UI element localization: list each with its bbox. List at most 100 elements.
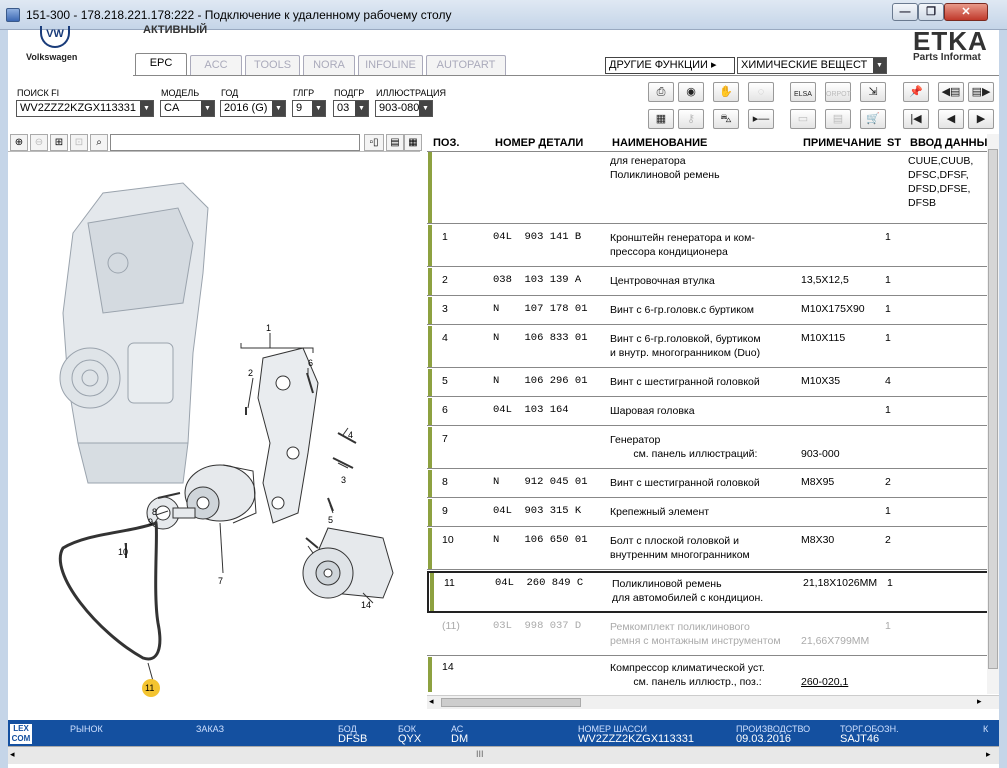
layout-icon[interactable]: ▤ <box>386 134 404 151</box>
table-row[interactable]: 3 N 107 178 01 Винт с 6-гр.головк.с бурт… <box>427 297 999 325</box>
part-note-link[interactable]: 260-020,1 <box>801 661 848 689</box>
zoom-in-icon[interactable]: ⊕ <box>10 134 28 151</box>
elsa-icon[interactable]: ELSA <box>790 82 816 102</box>
table-row[interactable]: (11) 03L 998 037 D Ремкомплект поликлино… <box>427 614 999 656</box>
scrollbar-thumb[interactable] <box>988 149 998 669</box>
cart-icon[interactable]: 🛒 <box>860 109 886 129</box>
table-row[interactable]: 14 Компрессор климатической уст. см. пан… <box>427 657 999 692</box>
split-view-icon[interactable]: ▫▯ <box>364 134 384 151</box>
callout-14[interactable]: 14 <box>361 600 371 610</box>
table-row[interactable]: 10 N 106 650 01 Болт с плоской головкой … <box>427 528 999 570</box>
minimize-button[interactable]: — <box>892 3 918 21</box>
main-group-dropdown[interactable]: 9 ▼ <box>292 100 326 117</box>
callout-10[interactable]: 10 <box>118 547 128 557</box>
callout-4[interactable]: 4 <box>348 430 353 440</box>
maximize-button[interactable]: ❐ <box>918 3 944 21</box>
model-dropdown[interactable]: CA ▼ <box>160 100 215 117</box>
window-icon[interactable]: ▭ <box>790 109 816 129</box>
close-button[interactable]: ✕ <box>944 3 988 21</box>
illustration-search-input[interactable] <box>110 134 360 151</box>
grid-icon[interactable]: ▦ <box>404 134 422 151</box>
illustration-toolbar: ⊕ ⊖ ⊞ ⊡ ⌕ ▫▯ ▤ ▦ <box>8 134 422 152</box>
callout-7[interactable]: 7 <box>218 576 223 586</box>
col-name-header[interactable]: НАИМЕНОВАНИЕ <box>612 137 707 149</box>
tab-acc[interactable]: ACC <box>190 55 242 75</box>
window-frame-right <box>999 30 1007 768</box>
search-fi-dropdown[interactable]: WV2ZZZ2KZGX113331 ▼ <box>16 100 154 117</box>
scrollbar-thumb[interactable] <box>441 698 581 707</box>
part-pos: 7 <box>442 433 448 445</box>
col-note-header[interactable]: ПРИМЕЧАНИЕ <box>803 137 882 149</box>
table-row[interactable]: 5 N 106 296 01 Винт с шестигранной голов… <box>427 369 999 397</box>
sketch-icon[interactable]: ◌ <box>748 82 774 102</box>
part-note[interactable]: 903-000 <box>801 433 840 461</box>
callout-5[interactable]: 5 <box>328 515 333 525</box>
callout-3[interactable]: 3 <box>341 475 346 485</box>
col-input-header[interactable]: ВВОД ДАННЫХ <box>910 137 995 149</box>
year-dropdown[interactable]: 2016 (G) ▼ <box>220 100 286 117</box>
tab-infoline[interactable]: INFOLINE <box>358 55 423 75</box>
print-icon[interactable]: ⎙ <box>648 82 674 102</box>
key-icon[interactable]: ⚷ <box>678 109 704 129</box>
orpot-icon[interactable]: ORPOT <box>825 82 851 102</box>
callout-9[interactable]: 9 <box>148 517 153 527</box>
table-row-selected[interactable]: 11 04L 260 849 C Поликлиновой ремень для… <box>427 571 999 613</box>
callout-8[interactable]: 8 <box>152 507 157 517</box>
magnifier-icon[interactable]: ⌕ <box>90 134 108 151</box>
scroll-grip-icon[interactable]: III <box>476 749 484 759</box>
row-accent <box>428 427 432 468</box>
zoom-out-icon[interactable]: ⊖ <box>30 134 48 151</box>
part-input: CUUE,CUUB, DFSC,DFSF, DFSD,DFSE, DFSB <box>908 155 974 209</box>
row-accent <box>428 657 432 692</box>
car-icon[interactable]: ⛍ <box>713 109 739 129</box>
previous-icon[interactable]: ◀ <box>938 109 964 129</box>
table-row[interactable]: 8 N 912 045 01 Винт с шестигранной голов… <box>427 470 999 498</box>
hands-icon[interactable]: ✋ <box>713 82 739 102</box>
document-icon[interactable]: ▤ <box>825 109 851 129</box>
tab-epc[interactable]: EPC <box>135 53 187 75</box>
col-st-header[interactable]: ST <box>887 137 901 149</box>
zoom-fit-icon[interactable]: ⊞ <box>50 134 68 151</box>
callout-2[interactable]: 2 <box>248 368 253 378</box>
next-page-icon[interactable]: ▤▶ <box>968 82 994 102</box>
prev-page-icon[interactable]: ◀▤ <box>938 82 964 102</box>
table-row[interactable]: 6 04L 103 164 Шаровая головка 1 <box>427 398 999 426</box>
table-horizontal-scrollbar[interactable]: ◂ ▸ <box>427 695 999 709</box>
keyboard-icon[interactable]: ▦ <box>648 109 674 129</box>
first-icon[interactable]: |◀ <box>903 109 929 129</box>
chemicals-dropdown[interactable]: ХИМИЧЕСКИЕ ВЕЩЕСТ ▼ <box>737 57 887 74</box>
scroll-left-icon[interactable]: ◂ <box>10 749 15 760</box>
part-name: Винт с 6-гр.головк.с буртиком <box>610 304 755 316</box>
cart-arrow-icon[interactable]: ⇲ <box>860 82 886 102</box>
table-row[interactable]: 9 04L 903 315 K Крепежный элемент 1 <box>427 499 999 527</box>
callout-11[interactable]: 11 <box>145 683 154 693</box>
table-row[interactable]: 2 038 103 139 A Центровочная втулка 13,5… <box>427 268 999 296</box>
window-horizontal-scrollbar[interactable]: ◂ III ▸ <box>8 746 999 764</box>
callout-1[interactable]: 1 <box>266 323 271 333</box>
scroll-right-icon[interactable]: ▸ <box>977 696 982 707</box>
scroll-left-icon[interactable]: ◂ <box>429 696 434 707</box>
other-functions-menu[interactable]: ДРУГИЕ ФУНКЦИИ ▸ <box>605 57 735 74</box>
table-row[interactable]: для генератора Поликлиновой ремень CUUE,… <box>427 152 999 224</box>
parts-illustration[interactable]: 1 2 3 4 5 6 7 8 9 10 14 11 <box>8 153 420 713</box>
next-icon[interactable]: ▶ <box>968 109 994 129</box>
table-row[interactable]: 7 Генератор см. панель иллюстраций: 903-… <box>427 427 999 469</box>
tab-autopart[interactable]: AUTOPART <box>426 55 506 75</box>
callout-6[interactable]: 6 <box>308 358 313 368</box>
tab-nora[interactable]: NORA <box>303 55 355 75</box>
illustration-dropdown[interactable]: 903-080 ▼ <box>375 100 433 117</box>
col-number-header[interactable]: НОМЕР ДЕТАЛИ <box>495 137 583 149</box>
callout-11-highlight[interactable]: 11 <box>142 679 160 697</box>
sub-group-dropdown[interactable]: 03 ▼ <box>333 100 369 117</box>
table-vertical-scrollbar[interactable] <box>987 134 999 694</box>
table-row[interactable]: 1 04L 903 141 B Кронштейн генератора и к… <box>427 225 999 267</box>
arrow-icon[interactable]: ▸— <box>748 109 774 129</box>
tab-tools[interactable]: TOOLS <box>245 55 300 75</box>
table-row[interactable]: 4 N 106 833 01 Винт с 6-гр.головкой, бур… <box>427 326 999 368</box>
part-number: N 106 296 01 <box>493 375 588 387</box>
scroll-right-icon[interactable]: ▸ <box>986 749 991 760</box>
camera-icon[interactable]: ◉ <box>678 82 704 102</box>
col-pos-header[interactable]: ПОЗ. <box>433 137 459 149</box>
pin-icon[interactable]: 📌 <box>903 82 929 102</box>
zoom-reset-icon[interactable]: ⊡ <box>70 134 88 151</box>
